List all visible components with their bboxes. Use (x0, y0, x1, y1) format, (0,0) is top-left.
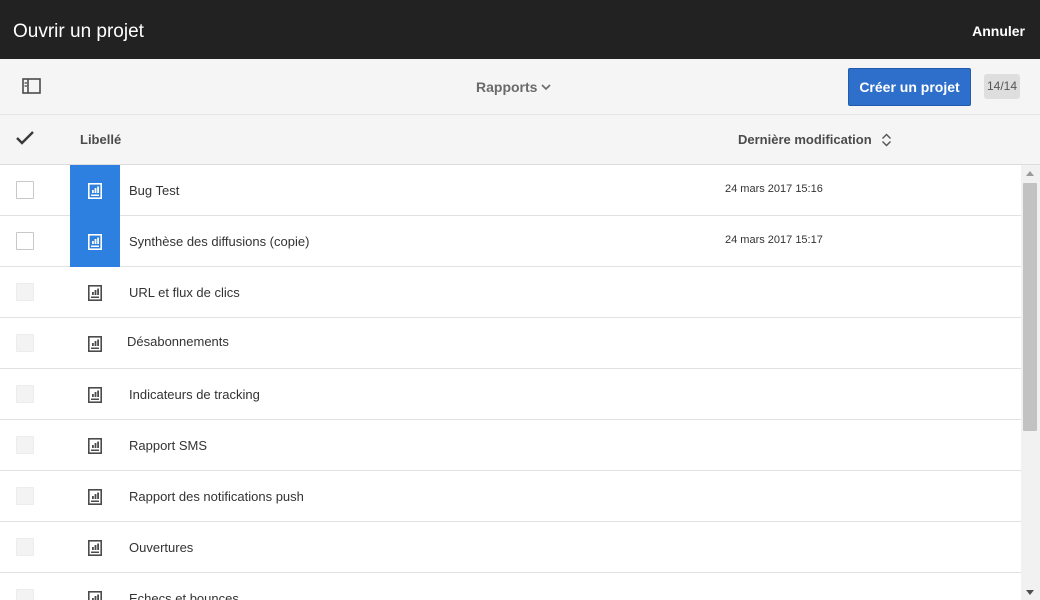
chevron-down-icon (541, 83, 552, 90)
row-name: Rapport SMS (129, 438, 208, 453)
count-badge: 14/14 (984, 74, 1020, 99)
report-icon (88, 233, 102, 250)
row-thumbnail (70, 216, 120, 267)
row-checkbox (16, 334, 34, 352)
dropdown-label: Rapports (476, 79, 538, 95)
scroll-down-arrow-icon[interactable] (1026, 590, 1034, 595)
report-icon (88, 539, 102, 556)
table-row[interactable]: Rapport des notifications push (0, 471, 1021, 522)
row-checkbox[interactable] (16, 181, 34, 199)
toolbar: Rapports Créer un projet 14/14 (0, 59, 1040, 115)
row-name: Bug Test (129, 183, 180, 198)
row-thumbnail (70, 165, 120, 216)
table-row[interactable]: URL et flux de clics (0, 267, 1021, 318)
project-list: Bug Test 24 mars 2017 15:16 Synthèse des… (0, 165, 1021, 600)
row-name: Indicateurs de tracking (129, 387, 260, 402)
row-thumbnail (70, 471, 120, 522)
report-icon (88, 284, 102, 301)
row-thumbnail (70, 369, 120, 420)
table-row[interactable]: Bug Test 24 mars 2017 15:16 (0, 165, 1021, 216)
row-checkbox (16, 538, 34, 556)
row-thumbnail (70, 573, 120, 600)
dialog-title: Ouvrir un projet (13, 21, 144, 42)
row-name: Désabonnements (127, 334, 229, 349)
table-row[interactable]: Indicateurs de tracking (0, 369, 1021, 420)
report-icon (88, 335, 102, 352)
row-thumbnail (70, 318, 120, 369)
report-icon (88, 437, 102, 454)
column-header-last-modified[interactable]: Dernière modification (738, 132, 892, 147)
scroll-thumb[interactable] (1023, 183, 1037, 431)
report-icon (88, 386, 102, 403)
row-checkbox (16, 385, 34, 403)
table-row[interactable]: Désabonnements (0, 318, 1021, 369)
cancel-button[interactable]: Annuler (972, 23, 1025, 39)
table-row[interactable]: Ouvertures (0, 522, 1021, 573)
report-icon (88, 182, 102, 199)
row-name: Rapport des notifications push (129, 489, 304, 504)
table-row[interactable]: Echecs et bounces (0, 573, 1021, 600)
row-date: 24 mars 2017 15:16 (725, 183, 823, 195)
row-name: Synthèse des diffusions (copie) (129, 234, 310, 249)
row-name: URL et flux de clics (129, 285, 240, 300)
row-checkbox (16, 589, 34, 600)
create-project-button[interactable]: Créer un projet (848, 68, 971, 106)
title-bar: Ouvrir un projet Annuler (0, 0, 1040, 59)
row-thumbnail (70, 420, 120, 471)
report-icon (88, 590, 102, 600)
row-checkbox[interactable] (16, 232, 34, 250)
column-header-label[interactable]: Libellé (80, 132, 121, 147)
row-thumbnail (70, 522, 120, 573)
scroll-up-arrow-icon[interactable] (1026, 171, 1034, 176)
row-thumbnail (70, 267, 120, 318)
table-header: Libellé Dernière modification (0, 115, 1040, 165)
sort-icon[interactable] (881, 133, 892, 147)
select-all-checkmark-icon[interactable] (15, 130, 35, 146)
row-name: Echecs et bounces (129, 591, 239, 600)
report-icon (88, 488, 102, 505)
column-header-last-modified-label: Dernière modification (738, 132, 872, 147)
table-row[interactable]: Rapport SMS (0, 420, 1021, 471)
row-checkbox (16, 487, 34, 505)
row-checkbox (16, 283, 34, 301)
vertical-scrollbar[interactable] (1021, 165, 1040, 600)
row-date: 24 mars 2017 15:17 (725, 234, 823, 246)
table-row[interactable]: Synthèse des diffusions (copie) 24 mars … (0, 216, 1021, 267)
row-name: Ouvertures (129, 540, 194, 555)
project-type-dropdown[interactable]: Rapports (476, 79, 552, 95)
row-checkbox (16, 436, 34, 454)
rail-toggle-icon[interactable] (22, 78, 41, 94)
